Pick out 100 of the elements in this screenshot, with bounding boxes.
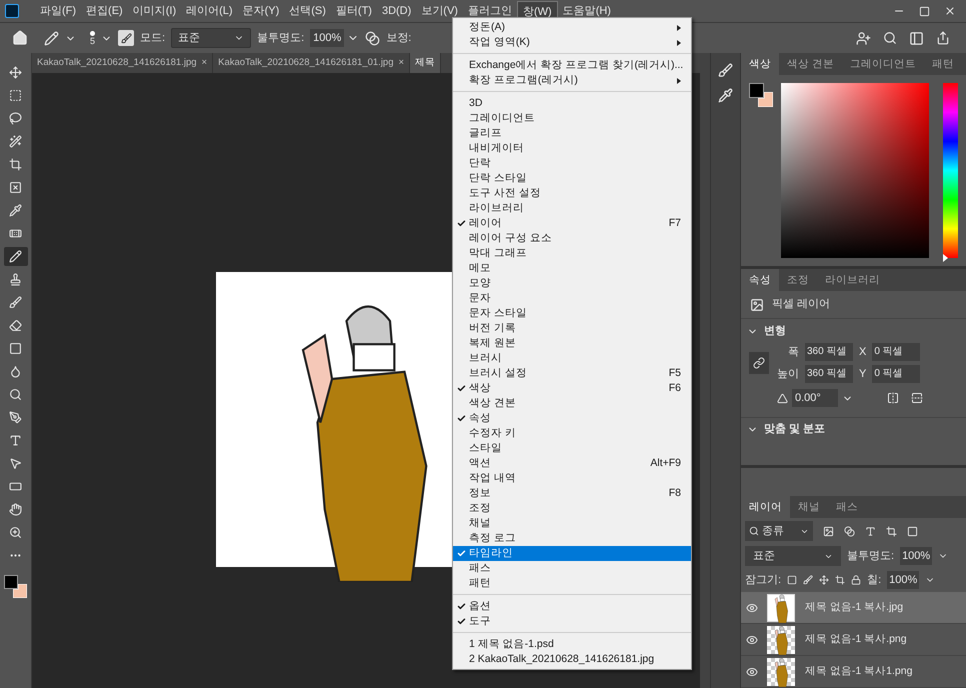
lock-pixels-icon[interactable]	[787, 575, 798, 585]
menu-entry[interactable]: 정보 F8	[453, 486, 691, 501]
layer-row[interactable]: 제목 없음-1 복사.png	[741, 624, 966, 656]
menu-entry[interactable]: 1 제목 없음-1.psd	[453, 637, 691, 652]
pencil-icon[interactable]	[44, 30, 59, 46]
menu-entry[interactable]: 도구	[453, 614, 691, 629]
foreground-swatch[interactable]	[749, 83, 764, 98]
menu-item[interactable]: 문자(Y)	[238, 1, 284, 21]
eye-icon[interactable]	[746, 666, 758, 678]
pixel-filter-icon[interactable]	[823, 526, 834, 536]
panel-tab[interactable]: 패스	[828, 496, 866, 518]
hue-thumb[interactable]	[942, 254, 948, 262]
menu-item[interactable]: 보기(V)	[416, 1, 463, 21]
workspace-icon[interactable]	[909, 30, 924, 46]
foreground-swatch[interactable]	[4, 575, 18, 589]
tab-close[interactable]: ×	[202, 56, 208, 70]
menu-entry[interactable]: 문자	[453, 291, 691, 306]
menu-entry[interactable]: 속성	[453, 411, 691, 426]
maximize-icon[interactable]	[919, 6, 930, 16]
tool-button[interactable]	[4, 247, 28, 266]
background-swatch[interactable]	[12, 584, 26, 598]
angle-field[interactable]: 0.00°	[792, 389, 838, 407]
menu-entry[interactable]: 작업 영역(K)	[453, 35, 691, 50]
menu-entry[interactable]: 내비게이터	[453, 141, 691, 156]
menu-entry[interactable]: 단락 스타일	[453, 171, 691, 186]
panel-tab[interactable]: 색상 견본	[779, 53, 842, 75]
menu-item[interactable]: 파일(F)	[35, 1, 82, 21]
opacity-field[interactable]: 100%	[310, 29, 344, 47]
menu-entry[interactable]: 레이어 구성 요소	[453, 231, 691, 246]
color-picker-field[interactable]	[781, 83, 929, 258]
brush-settings-button[interactable]	[118, 30, 134, 46]
eye-icon[interactable]	[746, 602, 758, 614]
panel-tab[interactable]: 색상	[741, 53, 779, 75]
layer-row[interactable]: 제목 없음-1 복사.jpg	[741, 592, 966, 624]
menu-entry[interactable]: 스타일	[453, 441, 691, 456]
shape-filter-icon[interactable]	[886, 526, 897, 536]
menu-entry[interactable]: 브러시	[453, 351, 691, 366]
menu-entry[interactable]: 조정	[453, 501, 691, 516]
menu-entry[interactable]: 메모	[453, 261, 691, 276]
menu-entry[interactable]: 2 KakaoTalk_20210628_141626181.jpg	[453, 652, 691, 667]
menu-entry[interactable]: 패스	[453, 561, 691, 576]
menu-entry[interactable]: 패턴	[453, 576, 691, 591]
menu-item[interactable]: 도움말(H)	[558, 1, 616, 21]
menu-entry[interactable]: 모양	[453, 276, 691, 291]
menu-entry[interactable]: 정돈(A)	[453, 20, 691, 35]
menu-entry[interactable]: 문자 스타일	[453, 306, 691, 321]
close-icon[interactable]	[944, 5, 956, 17]
menu-item[interactable]: 편집(E)	[81, 1, 128, 21]
type-filter-icon[interactable]	[865, 526, 876, 536]
menu-entry[interactable]: 채널	[453, 516, 691, 531]
flip-vertical-icon[interactable]	[911, 392, 923, 404]
menu-entry[interactable]: 확장 프로그램(레거시)	[453, 73, 691, 88]
tab-close[interactable]: ×	[398, 56, 404, 70]
menu-entry[interactable]: 작업 내역	[453, 471, 691, 486]
y-field[interactable]: 0 픽셀	[872, 365, 920, 383]
menu-entry[interactable]: 3D	[453, 96, 691, 111]
flip-horizontal-icon[interactable]	[887, 392, 899, 404]
panel-tab[interactable]: 조정	[779, 269, 817, 291]
panel-tab[interactable]: 레이어	[741, 496, 790, 518]
menu-entry[interactable]: 측정 로그	[453, 531, 691, 546]
eye-icon[interactable]	[746, 634, 758, 646]
fill-field[interactable]: 100%	[887, 571, 920, 589]
link-button[interactable]	[749, 352, 769, 374]
opacity-field[interactable]: 100%	[900, 547, 932, 565]
brush-panel-icon[interactable]	[718, 63, 733, 78]
panel-tab[interactable]: 패턴	[924, 53, 962, 75]
menu-entry[interactable]: 글리프	[453, 126, 691, 141]
menu-item[interactable]: 이미지(I)	[128, 1, 182, 21]
lock-artboard-icon[interactable]	[835, 575, 846, 585]
home-icon[interactable]	[12, 30, 28, 46]
search-icon[interactable]	[883, 31, 897, 45]
menu-entry[interactable]: 막대 그래프	[453, 246, 691, 261]
menu-entry[interactable]: 액션 Alt+F9	[453, 456, 691, 471]
menu-item[interactable]: 선택(S)	[284, 1, 331, 21]
menu-entry[interactable]: 옵션	[453, 599, 691, 614]
panel-tab[interactable]: 채널	[790, 496, 828, 518]
width-field[interactable]: 360 픽셀	[805, 343, 853, 361]
background-swatch[interactable]	[758, 92, 773, 107]
menu-entry[interactable]: 타임라인	[453, 546, 691, 561]
share-icon[interactable]	[936, 31, 950, 45]
menu-entry[interactable]: 브러시 설정 F5	[453, 366, 691, 381]
adjustment-filter-icon[interactable]	[844, 526, 855, 536]
menu-entry[interactable]: 색상 견본	[453, 396, 691, 411]
lock-position-icon[interactable]	[819, 575, 830, 585]
menu-item[interactable]: 3D(D)	[376, 1, 416, 21]
menu-entry[interactable]: 버전 기록	[453, 321, 691, 336]
panel-tab[interactable]: 라이브러리	[817, 269, 888, 291]
lock-all-icon[interactable]	[851, 575, 862, 585]
layer-row[interactable]: 제목 없음-1 복사1.png	[741, 656, 966, 688]
menu-item[interactable]: 필터(T)	[330, 1, 377, 21]
menu-item[interactable]: 레이어(L)	[181, 1, 238, 21]
menu-entry[interactable]: 색상 F6	[453, 381, 691, 396]
lock-paint-icon[interactable]	[803, 575, 814, 585]
x-field[interactable]: 0 픽셀	[872, 343, 920, 361]
vertical-scrollbar[interactable]	[700, 53, 710, 688]
menu-entry[interactable]: 수정자 키	[453, 426, 691, 441]
menu-entry[interactable]: 라이브러리	[453, 201, 691, 216]
share-user-icon[interactable]	[856, 30, 871, 46]
menu-entry[interactable]: 레이어 F7	[453, 216, 691, 231]
panel-tab[interactable]: 속성	[741, 269, 779, 291]
